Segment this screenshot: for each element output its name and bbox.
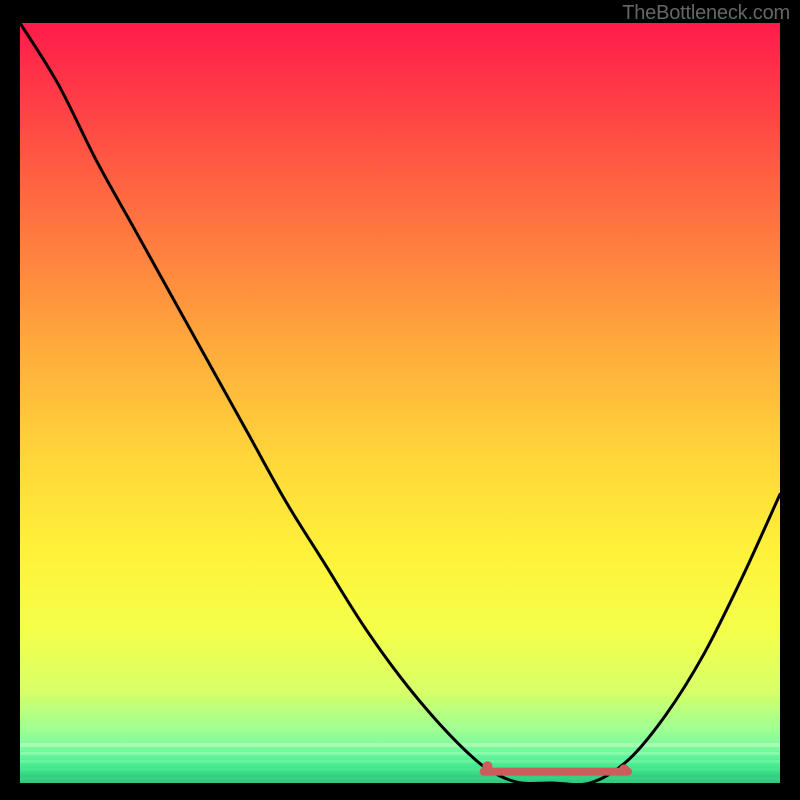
curve-layer [20, 23, 780, 783]
chart-container: TheBottleneck.com [0, 0, 800, 800]
plot-area [20, 23, 780, 783]
attribution-text: TheBottleneck.com [622, 2, 790, 25]
highlight-dot [619, 764, 629, 774]
bottleneck-curve [20, 23, 780, 783]
highlight-dot [482, 761, 492, 771]
